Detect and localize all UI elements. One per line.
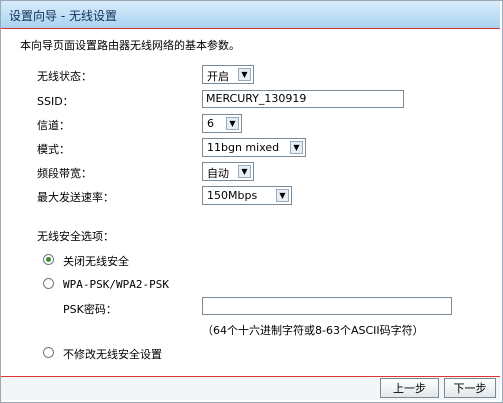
security-off-label: 关闭无线安全 <box>63 255 129 268</box>
mode-label: 模式： <box>37 143 70 156</box>
max-rate-select[interactable]: 150Mbps ▼ <box>202 186 292 205</box>
mode-value: 11bgn mixed <box>207 141 280 154</box>
top-divider <box>1 28 500 29</box>
chevron-down-icon: ▼ <box>276 189 289 202</box>
ssid-input[interactable]: MERCURY_130919 <box>202 90 404 108</box>
chevron-down-icon: ▼ <box>290 141 303 154</box>
channel-label: 信道： <box>37 119 70 132</box>
title-bar: 设置向导 - 无线设置 <box>1 1 500 29</box>
security-wpa-label: WPA-PSK/WPA2-PSK <box>63 278 169 291</box>
chevron-down-icon: ▼ <box>238 165 251 178</box>
security-keep-radio[interactable] <box>43 347 54 358</box>
mode-select[interactable]: 11bgn mixed ▼ <box>202 138 306 157</box>
psk-label: PSK密码： <box>63 303 117 316</box>
max-rate-value: 150Mbps <box>207 189 258 202</box>
max-rate-label: 最大发送速率： <box>37 191 114 204</box>
wireless-state-select[interactable]: 开启 ▼ <box>202 65 254 84</box>
channel-value: 6 <box>207 117 214 130</box>
intro-text: 本向导页面设置路由器无线网络的基本参数。 <box>20 39 240 52</box>
security-heading: 无线安全选项： <box>37 230 114 243</box>
ssid-value: MERCURY_130919 <box>206 92 307 105</box>
psk-input[interactable] <box>202 297 452 315</box>
wireless-state-label: 无线状态： <box>37 70 92 83</box>
security-off-radio[interactable] <box>43 254 54 265</box>
wireless-state-value: 开启 <box>207 70 229 83</box>
next-button[interactable]: 下一步 <box>444 378 496 398</box>
ssid-label: SSID： <box>37 95 74 108</box>
window-title: 设置向导 - 无线设置 <box>9 9 117 23</box>
bandwidth-value: 自动 <box>207 167 229 180</box>
prev-button[interactable]: 上一步 <box>380 378 439 398</box>
bandwidth-select[interactable]: 自动 ▼ <box>202 162 254 181</box>
channel-select[interactable]: 6 ▼ <box>202 114 242 133</box>
psk-hint: （64个十六进制字符或8-63个ASCII码字符） <box>202 324 424 337</box>
bandwidth-label: 频段带宽： <box>37 167 92 180</box>
security-wpa-radio[interactable] <box>43 278 54 289</box>
chevron-down-icon: ▼ <box>226 117 239 130</box>
security-keep-label: 不修改无线安全设置 <box>63 348 162 361</box>
chevron-down-icon: ▼ <box>238 68 251 81</box>
